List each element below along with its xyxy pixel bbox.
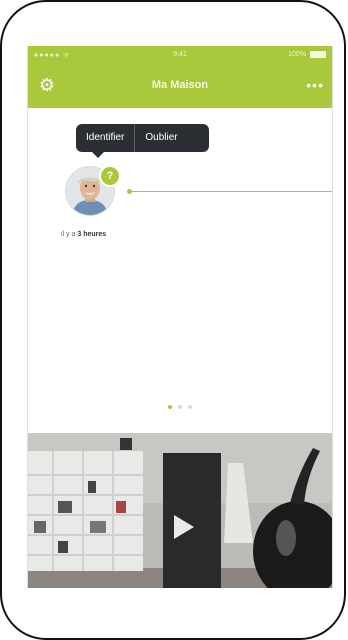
event-time-prefix: il y a [61, 231, 76, 238]
camera-video[interactable] [28, 433, 332, 588]
battery-icon [310, 51, 326, 58]
page-indicator [28, 405, 332, 409]
unknown-face-badge: ? [99, 165, 121, 187]
page-dot[interactable] [168, 405, 172, 409]
status-bar: ●●●●● ᯤ 9:41 100% [28, 46, 332, 64]
page-dot[interactable] [188, 405, 192, 409]
battery-percent: 100% [288, 51, 306, 58]
event-time: il y a 3 heures [61, 231, 106, 238]
status-time: 9:41 [173, 51, 187, 58]
popover-tail [92, 152, 104, 158]
face-action-popover: Identifier Oublier [76, 124, 209, 152]
page-dot[interactable] [178, 405, 182, 409]
app-screen: ●●●●● ᯤ 9:41 100% ⚙ Ma Maison ••• Identi… [27, 46, 333, 588]
identify-button[interactable]: Identifier [76, 124, 134, 152]
page-title: Ma Maison [151, 79, 209, 91]
event-time-value: 3 heures [77, 231, 107, 238]
room-scene-image [28, 433, 332, 588]
more-icon[interactable]: ••• [306, 77, 324, 93]
timeline-line [132, 191, 332, 192]
nav-bar: ⚙ Ma Maison ••• [28, 64, 332, 108]
play-icon[interactable] [174, 515, 194, 539]
forget-button[interactable]: Oublier [135, 124, 187, 152]
